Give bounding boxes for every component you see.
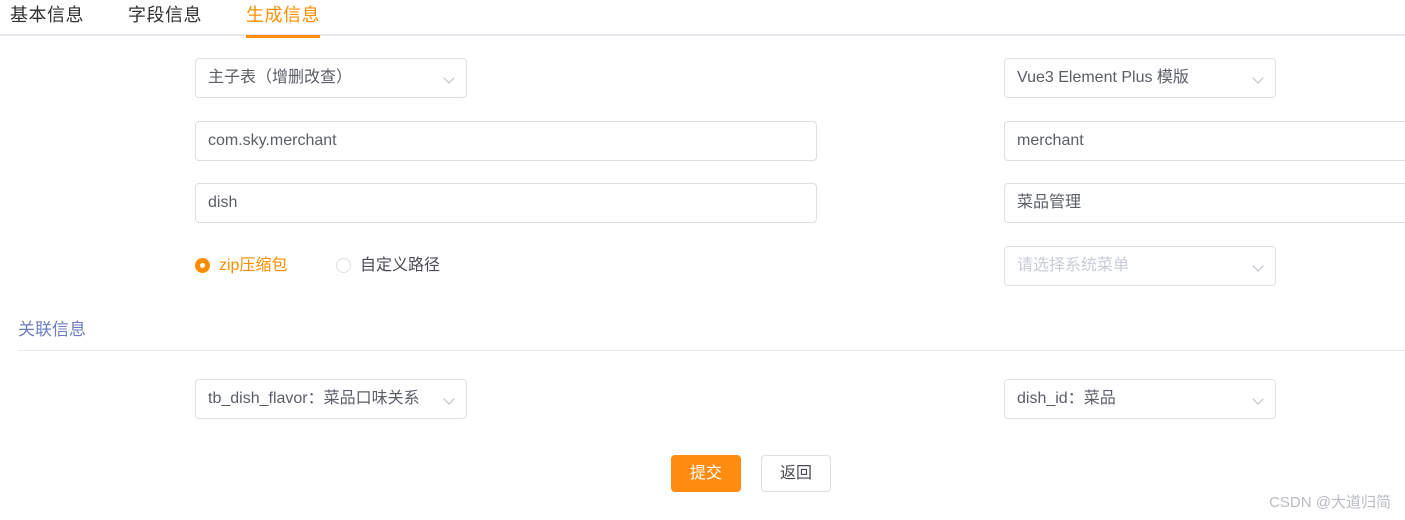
tab-basic-info[interactable]: 基本信息 xyxy=(10,0,84,36)
tab-generate-info[interactable]: 生成信息 xyxy=(246,0,320,38)
select-frontend-type[interactable]: Vue3 Element Plus 模版 xyxy=(1004,58,1276,98)
input-package-path-value: com.sky.merchant xyxy=(208,132,337,149)
chevron-down-icon xyxy=(444,74,455,81)
section-divider xyxy=(18,350,1405,351)
tab-bar: 基本信息 字段信息 生成信息 xyxy=(0,0,1405,38)
select-template[interactable]: 主子表（增删改查） xyxy=(195,58,467,98)
input-module-name[interactable]: merchant xyxy=(1004,121,1405,161)
chevron-down-icon xyxy=(1253,262,1264,269)
back-button[interactable]: 返回 xyxy=(761,455,832,492)
tab-field-info[interactable]: 字段信息 xyxy=(128,0,202,36)
radio-zip-package-label: zip压缩包 xyxy=(219,257,288,274)
generate-info-page: 基本信息 字段信息 生成信息 *生成模板 主子表（增删改查） 前端类型 Vue3… xyxy=(0,0,1405,520)
select-foreign-key-name[interactable]: dish_id：菜品 xyxy=(1004,379,1276,419)
input-business-name[interactable]: dish xyxy=(195,183,817,223)
chevron-down-icon xyxy=(1253,74,1264,81)
select-frontend-type-value: Vue3 Element Plus 模版 xyxy=(1017,69,1189,86)
radio-dot-selected-icon xyxy=(195,257,210,273)
select-sub-table-name-value: tb_dish_flavor：菜品口味关系 xyxy=(208,390,420,407)
radio-dot-icon xyxy=(336,257,351,273)
input-business-name-value: dish xyxy=(208,194,238,211)
select-sub-table-name[interactable]: tb_dish_flavor：菜品口味关系 xyxy=(195,379,467,419)
radio-custom-path[interactable]: 自定义路径 xyxy=(336,246,440,286)
radio-custom-path-label: 自定义路径 xyxy=(360,257,441,274)
radio-zip-package[interactable]: zip压缩包 xyxy=(195,246,287,286)
input-function-name[interactable]: 菜品管理 xyxy=(1004,183,1405,223)
select-foreign-key-name-value: dish_id：菜品 xyxy=(1017,390,1116,407)
input-package-path[interactable]: com.sky.merchant xyxy=(195,121,817,161)
input-function-name-value: 菜品管理 xyxy=(1017,194,1082,211)
radio-group-code-gen-mode: zip压缩包 自定义路径 xyxy=(195,246,525,286)
watermark: CSDN @大道归简 xyxy=(1269,494,1391,511)
section-title-relation: 关联信息 xyxy=(18,320,86,339)
chevron-down-icon xyxy=(444,395,455,402)
chevron-down-icon xyxy=(1253,395,1264,402)
input-module-name-value: merchant xyxy=(1017,132,1084,149)
select-parent-menu-placeholder: 请选择系统菜单 xyxy=(1017,257,1130,274)
select-parent-menu[interactable]: 请选择系统菜单 xyxy=(1004,246,1276,286)
form-row-template: *生成模板 主子表（增删改查） xyxy=(0,58,470,98)
select-template-value: 主子表（增删改查） xyxy=(208,69,353,86)
submit-button[interactable]: 提交 xyxy=(671,455,742,492)
